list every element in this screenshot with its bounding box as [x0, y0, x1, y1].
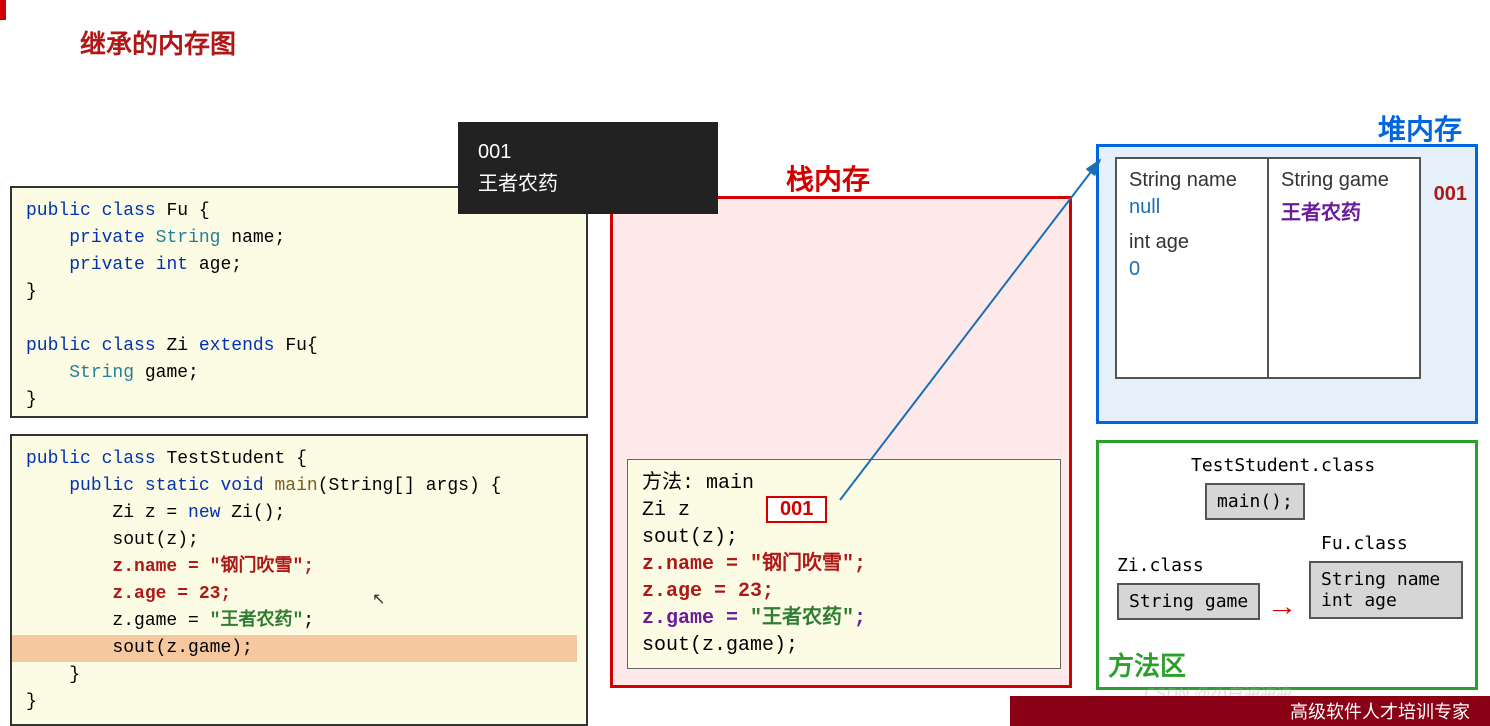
footer-banner: 高级软件人才培训专家 [1010, 696, 1490, 726]
heap-object-child-fields: String game 王者农药 [1267, 159, 1419, 377]
fu-class-label: Fu.class [1321, 533, 1408, 554]
teststudent-class-label: TestStudent.class [1191, 455, 1375, 476]
mouse-cursor-icon: ↖ [372, 589, 385, 609]
heap-object-address: 001 [1434, 183, 1467, 206]
tooltip-line1: 001 [478, 136, 698, 168]
address-badge: 001 [766, 496, 827, 523]
heap-memory-box: 001 String name null int age 0 String ga… [1096, 144, 1478, 424]
zi-class-cell: String game [1117, 583, 1260, 620]
stack-memory-box: 方法: main Zi z sout(z); z.name = "钢门吹雪"; … [610, 196, 1072, 688]
code-box-classes: public class Fu { private String name; p… [10, 186, 588, 418]
code-box-test: public class TestStudent { public static… [10, 434, 588, 726]
page-title: 继承的内存图 [80, 24, 236, 61]
inheritance-arrow-icon: → [1266, 591, 1297, 622]
teststudent-main-cell: main(); [1205, 483, 1305, 520]
fu-class-cell: String name int age [1309, 561, 1463, 619]
zi-class-label: Zi.class [1117, 555, 1204, 576]
heap-object: String name null int age 0 String game 王… [1115, 157, 1421, 379]
tooltip-overlay: 001 王者农药 [458, 122, 718, 214]
stack-frame: 方法: main Zi z sout(z); z.name = "钢门吹雪"; … [627, 459, 1061, 669]
heap-memory-label: 堆内存 [1378, 108, 1462, 148]
method-area-label: 方法区 [1108, 646, 1186, 683]
tooltip-line2: 王者农药 [478, 168, 698, 200]
heap-object-parent-fields: String name null int age 0 [1117, 159, 1267, 377]
stack-memory-label: 栈内存 [786, 158, 870, 198]
